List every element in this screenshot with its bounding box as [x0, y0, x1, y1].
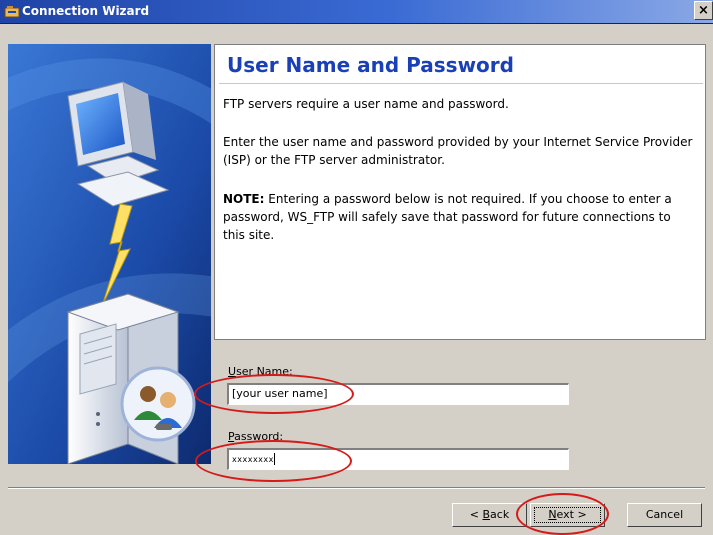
note-label: NOTE:: [223, 192, 265, 206]
close-button[interactable]: ×: [694, 1, 713, 20]
back-accel: B: [482, 508, 491, 521]
password-label: Password:: [228, 430, 283, 443]
window-title: Connection Wizard: [22, 4, 150, 18]
intro-paragraph: FTP servers require a user name and pass…: [223, 97, 509, 111]
note-text: Entering a password below is not require…: [223, 192, 672, 242]
username-label-rest: ser Name:: [236, 365, 293, 378]
password-input[interactable]: xxxxxxxx: [227, 448, 569, 470]
wizard-illustration-panel: [8, 44, 211, 464]
next-accel: N: [548, 508, 557, 521]
back-button[interactable]: < Back: [452, 503, 527, 527]
cancel-button[interactable]: Cancel: [627, 503, 702, 527]
password-label-rest: assword:: [234, 430, 284, 443]
password-value: xxxxxxxx: [232, 455, 274, 464]
username-input[interactable]: [your user name]: [227, 383, 569, 405]
next-button[interactable]: Next >: [530, 503, 605, 527]
connection-wizard-icon: [4, 6, 20, 18]
note-paragraph: NOTE: Entering a password below is not r…: [223, 190, 693, 244]
heading-divider: [219, 83, 703, 84]
next-focus-rect: Next >: [534, 507, 601, 523]
back-prefix: <: [469, 508, 483, 521]
username-value: [your user name]: [232, 387, 328, 400]
username-label: User Name:: [228, 365, 293, 378]
wizard-content-panel: User Name and Password FTP servers requi…: [214, 44, 706, 340]
instructions-paragraph: Enter the user name and password provide…: [223, 135, 693, 167]
next-rest: ext >: [556, 508, 587, 521]
page-title: User Name and Password: [227, 53, 514, 77]
title-bar: Connection Wizard ×: [0, 0, 713, 24]
text-cursor: [273, 453, 275, 465]
username-label-accel: U: [228, 365, 237, 378]
button-separator: [8, 487, 705, 489]
computer-server-lightning-illustration: [8, 44, 211, 464]
back-rest: ack: [490, 508, 510, 521]
users-icon: [120, 366, 196, 442]
